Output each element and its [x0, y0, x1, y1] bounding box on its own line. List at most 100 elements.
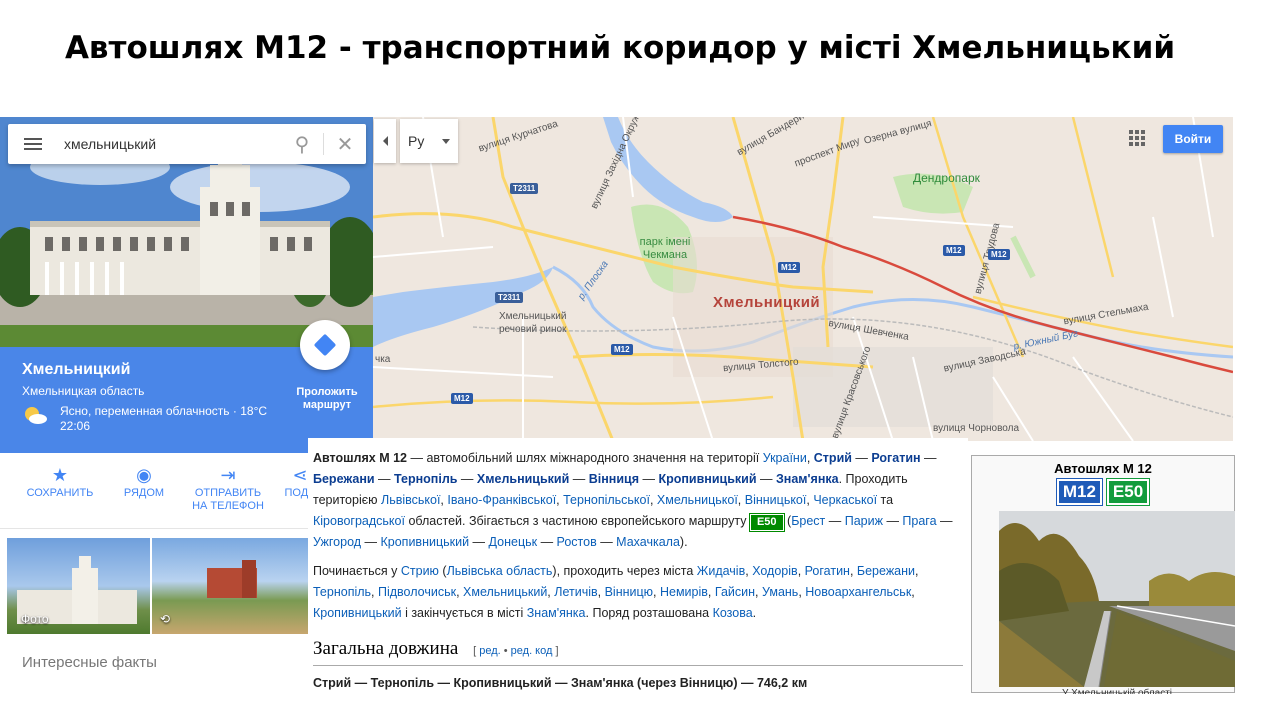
- search-input[interactable]: хмельницький: [58, 136, 281, 152]
- photo-360-icon: ⟲: [160, 612, 171, 626]
- edit-links: [ ред. • ред. код ]: [473, 645, 559, 657]
- wiki-link[interactable]: Знам'янка: [527, 606, 586, 620]
- wiki-link[interactable]: Жидачів: [697, 564, 745, 578]
- wiki-link[interactable]: Рогатин: [805, 564, 850, 578]
- wiki-link[interactable]: Черкаської: [813, 493, 877, 507]
- wiki-text: та: [880, 493, 894, 507]
- wiki-link[interactable]: Вінницької: [745, 493, 807, 507]
- language-select[interactable]: Ру: [400, 119, 458, 163]
- wiki-link[interactable]: Тернопільської: [563, 493, 650, 507]
- wiki-link[interactable]: Львівська область: [447, 564, 553, 578]
- wiki-link[interactable]: Немирів: [660, 585, 708, 599]
- partly-cloudy-icon: [25, 407, 47, 424]
- photo-caption: Фото: [21, 612, 49, 626]
- map-canvas[interactable]: Хмельницкий Дендропарк парк імені Чекман…: [373, 117, 1233, 441]
- wiki-link[interactable]: Хмельницької: [657, 493, 738, 507]
- send-to-phone-icon: ⇥: [220, 465, 236, 485]
- wiki-link[interactable]: Вінниця: [589, 472, 639, 486]
- edit-link[interactable]: ред.: [479, 645, 500, 657]
- wiki-link[interactable]: Стрию: [401, 564, 439, 578]
- save-button[interactable]: ★ СОХРАНИТЬ: [18, 465, 102, 500]
- weather-text: Ясно, переменная облачность · 18°C: [60, 404, 268, 418]
- map-label-dendropark: Дендропарк: [913, 171, 980, 185]
- photo-thumbnail[interactable]: Фото: [7, 538, 150, 634]
- place-region: Хмельницкая область: [22, 384, 145, 398]
- map-shield-m12: M12: [778, 262, 800, 273]
- wiki-link[interactable]: Хмельницький: [477, 472, 569, 486]
- wiki-text: , проходить через міста: [556, 564, 694, 578]
- collapse-panel-button[interactable]: [374, 119, 396, 163]
- map-label-fragment: чка: [375, 354, 391, 365]
- wiki-link[interactable]: Кропивницький: [381, 535, 470, 549]
- signin-button[interactable]: Войти: [1163, 125, 1223, 153]
- wiki-link[interactable]: Тернопіль: [313, 585, 371, 599]
- close-icon[interactable]: ✕: [324, 124, 366, 164]
- map-city-label: Хмельницкий: [713, 294, 821, 311]
- map-shield-m12: M12: [943, 245, 965, 256]
- wiki-link[interactable]: Козова: [713, 606, 753, 620]
- route-label[interactable]: Проложить маршрут: [283, 386, 371, 412]
- slide-title: Автошлях М12 - транспортний коридор у мі…: [64, 30, 1176, 66]
- wiki-link[interactable]: Стрий: [814, 451, 852, 465]
- wiki-link[interactable]: Гайсин: [715, 585, 755, 599]
- search-box: хмельницький ⚲ ✕: [8, 124, 366, 164]
- wiki-link[interactable]: Тернопіль: [394, 472, 457, 486]
- edit-code-link[interactable]: ред. код: [511, 645, 553, 657]
- apps-grid-icon[interactable]: [1129, 130, 1145, 146]
- wiki-link[interactable]: Умань: [762, 585, 798, 599]
- wiki-text: Починається у: [313, 564, 398, 578]
- wiki-link[interactable]: Рогатин: [871, 451, 920, 465]
- wiki-link[interactable]: Бережани: [857, 564, 915, 578]
- directions-button[interactable]: [300, 320, 350, 370]
- map-shield-t2311: T2311: [510, 183, 539, 194]
- wiki-link[interactable]: Ростов: [557, 535, 597, 549]
- wiki-text: — автомобільний шлях міжнародного значен…: [410, 451, 760, 465]
- wiki-link[interactable]: Брест: [791, 514, 825, 528]
- chevron-left-icon: [382, 136, 388, 146]
- wiki-link[interactable]: Кропивницький: [658, 472, 756, 486]
- menu-icon[interactable]: [8, 124, 58, 164]
- wiki-link[interactable]: Донецьк: [489, 535, 538, 549]
- wiki-lead-title: Автошлях М 12: [313, 451, 408, 465]
- photo-360-illustration: [207, 560, 257, 598]
- wiki-link[interactable]: Махачкала: [616, 535, 680, 549]
- wiki-link[interactable]: Івано-Франківської: [447, 493, 556, 507]
- wiki-link[interactable]: Новоархангельськ: [805, 585, 911, 599]
- wiki-link[interactable]: Бережани: [313, 472, 375, 486]
- wiki-link[interactable]: Париж: [845, 514, 883, 528]
- infobox-photo[interactable]: [999, 511, 1235, 687]
- wiki-link[interactable]: Львівської: [381, 493, 440, 507]
- e50-badge: E50: [748, 513, 785, 532]
- nearby-button[interactable]: ◉ РЯДОМ: [102, 465, 186, 500]
- wiki-link[interactable]: України: [763, 451, 807, 465]
- wiki-link[interactable]: Підволочиськ: [378, 585, 456, 599]
- search-icon[interactable]: ⚲: [281, 124, 323, 164]
- wiki-link[interactable]: Кіровоградської: [313, 514, 405, 528]
- section-heading: Загальна довжина [ ред. • ред. код ]: [313, 638, 963, 666]
- wiki-text: . Поряд розташована: [585, 606, 710, 620]
- wiki-link[interactable]: Вінницю: [605, 585, 653, 599]
- wiki-link[interactable]: Хмельницький: [463, 585, 547, 599]
- infobox-title: Автошлях М 12: [1054, 461, 1152, 476]
- wiki-link[interactable]: Прага: [902, 514, 936, 528]
- wiki-text: областей. Збігається з частиною європейс…: [408, 514, 747, 528]
- slide: Автошлях М12 - транспортний коридор у мі…: [0, 0, 1280, 720]
- m12-sign: M12: [1055, 478, 1103, 506]
- send-to-phone-label: ОТПРАВИТЬ НА ТЕЛЕФОН: [192, 487, 264, 512]
- wiki-link[interactable]: Ходорів: [752, 564, 798, 578]
- wiki-link[interactable]: Летичів: [554, 585, 597, 599]
- route-signs: M12 E50: [972, 478, 1234, 506]
- wiki-link[interactable]: Кропивницький: [313, 606, 402, 620]
- chevron-down-icon: [442, 138, 450, 144]
- wiki-paragraph-2: Починається у Стрию (Львівська область),…: [313, 564, 919, 620]
- map-label-street: вулиця Чорновола: [933, 423, 1020, 434]
- photo-360-thumbnail[interactable]: ⟲: [152, 538, 309, 634]
- interesting-facts-heading: Интересные факты: [22, 654, 157, 671]
- wiki-infobox: Автошлях М 12 M12 E50 У Хмельницькій обл…: [971, 455, 1235, 694]
- send-to-phone-button[interactable]: ⇥ ОТПРАВИТЬ НА ТЕЛЕФОН: [186, 465, 270, 513]
- map-label-market: Хмельницький речовий ринок: [499, 311, 567, 335]
- wiki-link[interactable]: Знам'янка: [776, 472, 839, 486]
- wiki-link[interactable]: Ужгород: [313, 535, 361, 549]
- save-label: СОХРАНИТЬ: [26, 487, 94, 499]
- map-shield-m12: M12: [611, 344, 633, 355]
